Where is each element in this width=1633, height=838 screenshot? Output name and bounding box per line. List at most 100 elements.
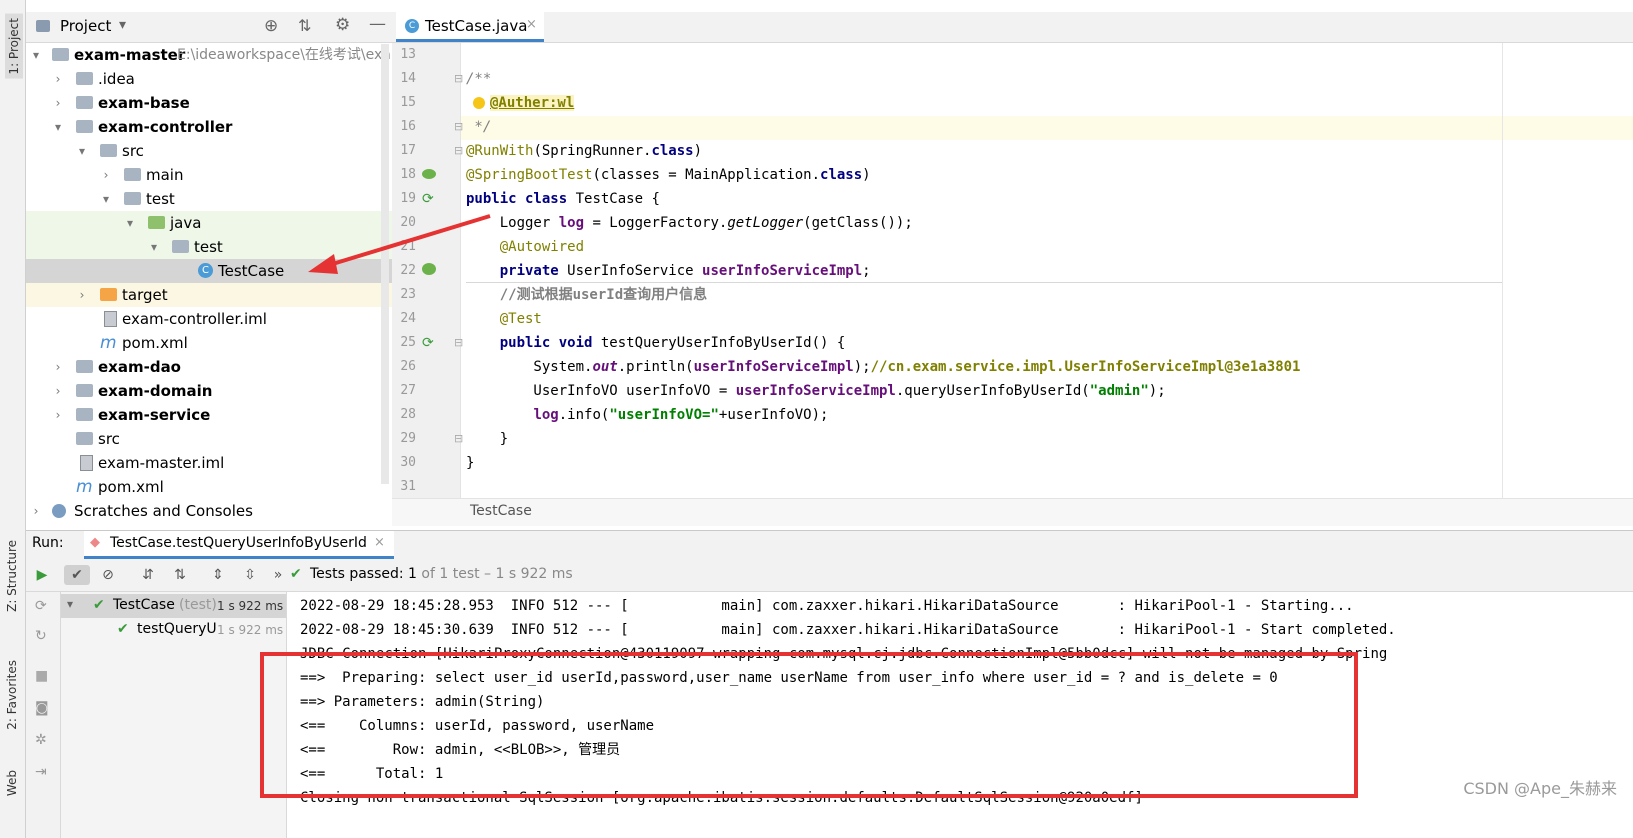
project-tool-tab[interactable]: 1: Project [5, 14, 23, 79]
chevron-right-icon[interactable]: › [52, 403, 64, 427]
tree-label: exam-dao [98, 358, 181, 376]
breadcrumb-item[interactable]: TestCase [470, 503, 532, 519]
editor-tab-bar: C TestCase.java × [392, 12, 1633, 43]
test-node-label: testQueryU [137, 621, 217, 637]
sort-duration-icon[interactable]: ⇅ [170, 565, 190, 585]
test-results-tree: ▾ ✔ TestCase (test) 1 s 922 ms ✔ testQue… [61, 592, 287, 838]
chevron-right-icon[interactable]: › [52, 379, 64, 403]
tree-label: target [122, 286, 168, 304]
test-node-root[interactable]: ▾ ✔ TestCase (test) 1 s 922 ms [61, 594, 286, 618]
tree-item-main[interactable]: › main [26, 163, 392, 187]
tree-item-idea[interactable]: › .idea [26, 67, 392, 91]
fold-icon[interactable]: ⊟ [454, 144, 463, 157]
tree-item-pom-xml-root[interactable]: m pom.xml [26, 475, 392, 499]
chevron-right-icon[interactable]: › [52, 91, 64, 115]
tree-item-exam-controller[interactable]: ▾ exam-controller [26, 115, 392, 139]
rerun-failed-icon[interactable]: ⟳ [35, 598, 47, 614]
tree-item-exam-base[interactable]: › exam-base [26, 91, 392, 115]
tree-item-exam-dao[interactable]: › exam-dao [26, 355, 392, 379]
close-icon[interactable]: × [526, 17, 537, 32]
chevron-right-icon[interactable]: › [100, 163, 112, 187]
tree-item-src[interactable]: ▾ src [26, 139, 392, 163]
chevron-right-icon[interactable]: › [52, 67, 64, 91]
code-line-23: //测试根据userId查询用户信息 [466, 283, 707, 307]
chevron-right-icon[interactable]: › [52, 355, 64, 379]
tree-item-exam-master[interactable]: ▾ exam-master E:\ideaworkspace\在线考试\exa [26, 43, 392, 67]
tree-label: test [146, 190, 175, 208]
chevron-right-icon[interactable]: › [76, 283, 88, 307]
stop-icon[interactable]: ■ [35, 668, 48, 684]
favorites-tool-tab[interactable]: 2: Favorites [5, 660, 19, 730]
spring-bean-icon[interactable] [422, 169, 436, 179]
passed-check-icon: ✔ [93, 597, 105, 613]
fold-icon[interactable]: ⊟ [454, 336, 463, 349]
left-tool-strip: 1: Project Z: Structure 2: Favorites Web [0, 0, 26, 838]
lightbulb-icon[interactable] [473, 97, 485, 109]
chevron-down-icon[interactable]: ▾ [52, 115, 64, 139]
run-test-class-icon[interactable]: ⟳ [422, 191, 434, 207]
tree-item-exam-service[interactable]: › exam-service [26, 403, 392, 427]
structure-tool-tab[interactable]: Z: Structure [5, 540, 19, 612]
code-text: (SpringRunner. [533, 143, 652, 159]
tree-label: exam-domain [98, 382, 213, 400]
tree-item-exam-domain[interactable]: › exam-domain [26, 379, 392, 403]
more-icon[interactable]: » [268, 565, 288, 585]
tree-item-exam-master-iml[interactable]: exam-master.iml [26, 451, 392, 475]
sort-alpha-icon[interactable]: ⇵ [138, 565, 158, 585]
run-test-method-icon[interactable]: ⟳ [422, 335, 434, 351]
chevron-down-icon[interactable]: ▾ [30, 43, 42, 67]
project-panel-title[interactable]: Project [60, 17, 111, 35]
tree-item-src-root[interactable]: src [26, 427, 392, 451]
project-tree: ▾ exam-master E:\ideaworkspace\在线考试\exa … [26, 43, 392, 543]
tree-item-pom-xml[interactable]: m pom.xml [26, 331, 392, 355]
settings-icon[interactable]: ✲ [35, 732, 47, 748]
collapse-all-icon[interactable]: ⇳ [240, 565, 260, 585]
tree-item-scratches[interactable]: › Scratches and Consoles [26, 499, 392, 523]
import-icon[interactable]: ⇥ [35, 764, 47, 780]
chevron-down-icon[interactable]: ▾ [67, 597, 73, 611]
code-text: .println( [617, 359, 694, 375]
web-tool-tab[interactable]: Web [5, 770, 19, 796]
gear-icon[interactable]: ⚙ [335, 15, 350, 35]
chevron-down-icon[interactable]: ▾ [124, 211, 136, 235]
fold-icon[interactable]: ⊟ [454, 432, 463, 445]
code-text: //测试根据userId查询用户信息 [466, 287, 708, 303]
toggle-auto-test-icon[interactable]: ↻ [35, 628, 47, 644]
code-text: +userInfoVO); [718, 407, 829, 423]
code-line-30: } [466, 451, 474, 475]
java-class-icon: C [198, 263, 213, 278]
fold-icon[interactable]: ⊟ [454, 120, 463, 133]
show-ignored-icon[interactable]: ⊘ [98, 565, 118, 585]
test-config-icon: ◆ [90, 535, 100, 550]
code-text: (classes = MainApplication. [592, 167, 821, 183]
chevron-down-icon[interactable]: ▾ [119, 17, 126, 33]
tree-item-exam-controller-iml[interactable]: exam-controller.iml [26, 307, 392, 331]
close-icon[interactable]: × [374, 535, 385, 550]
camera-icon[interactable]: ◙ [35, 700, 49, 716]
breadcrumb[interactable]: TestCase [392, 498, 1633, 526]
code-text: ) [693, 143, 703, 159]
module-folder-icon [76, 96, 93, 109]
run-tab[interactable]: ◆ TestCase.testQueryUserInfoByUserId × [84, 531, 394, 559]
code-text: .info( [558, 407, 610, 423]
chevron-down-icon[interactable]: ▾ [100, 187, 112, 211]
rerun-icon[interactable]: ▶ [32, 565, 52, 585]
minimize-icon[interactable]: — [369, 14, 386, 34]
tab-testcase-java[interactable]: C TestCase.java × [396, 12, 544, 42]
line-number: 26 [400, 359, 416, 374]
tree-label: src [98, 430, 120, 448]
code-text: } [466, 455, 475, 471]
chevron-down-icon[interactable]: ▾ [76, 139, 88, 163]
locate-icon[interactable]: ⊕ [264, 16, 278, 36]
test-node-method[interactable]: ✔ testQueryU 1 s 922 ms [61, 618, 286, 642]
tree-item-test[interactable]: ▾ test [26, 187, 392, 211]
fold-icon[interactable]: ⊟ [454, 72, 463, 85]
expand-all-icon[interactable]: ⇕ [208, 565, 228, 585]
module-folder-icon [76, 120, 93, 133]
chevron-right-icon[interactable]: › [30, 499, 42, 523]
show-passed-icon[interactable]: ✔ [64, 565, 90, 585]
collapse-all-icon[interactable]: ⇅ [298, 16, 311, 35]
chevron-down-icon[interactable]: ▾ [148, 235, 160, 259]
tree-item-target[interactable]: › target [26, 283, 392, 307]
